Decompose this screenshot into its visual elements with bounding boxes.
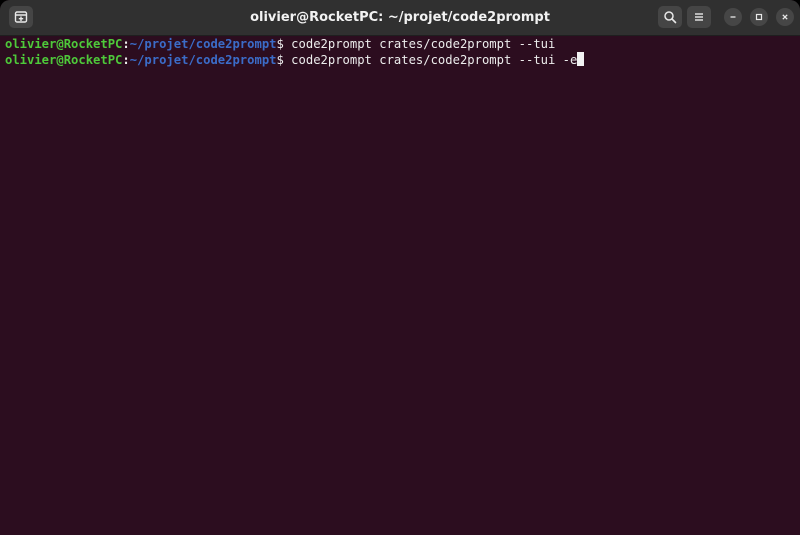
maximize-button[interactable]: [750, 8, 768, 26]
menu-button[interactable]: [687, 6, 711, 28]
minimize-icon: [730, 16, 736, 18]
search-icon: [664, 11, 677, 24]
prompt-user-host: olivier@RocketPC: [5, 53, 123, 67]
command-text: code2prompt crates/code2prompt --tui: [283, 37, 556, 51]
prompt-dollar: $: [276, 53, 284, 67]
text-cursor: [577, 52, 585, 66]
minimize-button[interactable]: [724, 8, 742, 26]
terminal-window: olivier@RocketPC: ~/projet/code2prompt o…: [0, 0, 800, 535]
prompt-colon: :: [122, 53, 130, 67]
prompt-colon: :: [122, 37, 130, 51]
hamburger-menu-icon: [695, 13, 703, 21]
new-tab-icon: [14, 11, 28, 23]
search-button[interactable]: [658, 6, 682, 28]
terminal-line: olivier@RocketPC:~/projet/code2prompt$ c…: [5, 52, 800, 68]
prompt-path: ~/projet/code2prompt: [129, 53, 277, 67]
terminal-output[interactable]: olivier@RocketPC:~/projet/code2prompt$ c…: [0, 36, 800, 535]
close-icon: [782, 14, 788, 20]
title-bar[interactable]: olivier@RocketPC: ~/projet/code2prompt: [0, 0, 800, 36]
maximize-icon: [755, 13, 763, 21]
prompt-dollar: $: [276, 37, 284, 51]
new-tab-button[interactable]: [9, 6, 33, 28]
prompt-path: ~/projet/code2prompt: [129, 37, 277, 51]
terminal-line: olivier@RocketPC:~/projet/code2prompt$ c…: [5, 36, 800, 52]
prompt-user-host: olivier@RocketPC: [5, 37, 123, 51]
command-input[interactable]: code2prompt crates/code2prompt --tui -e: [284, 53, 577, 67]
close-button[interactable]: [776, 8, 794, 26]
